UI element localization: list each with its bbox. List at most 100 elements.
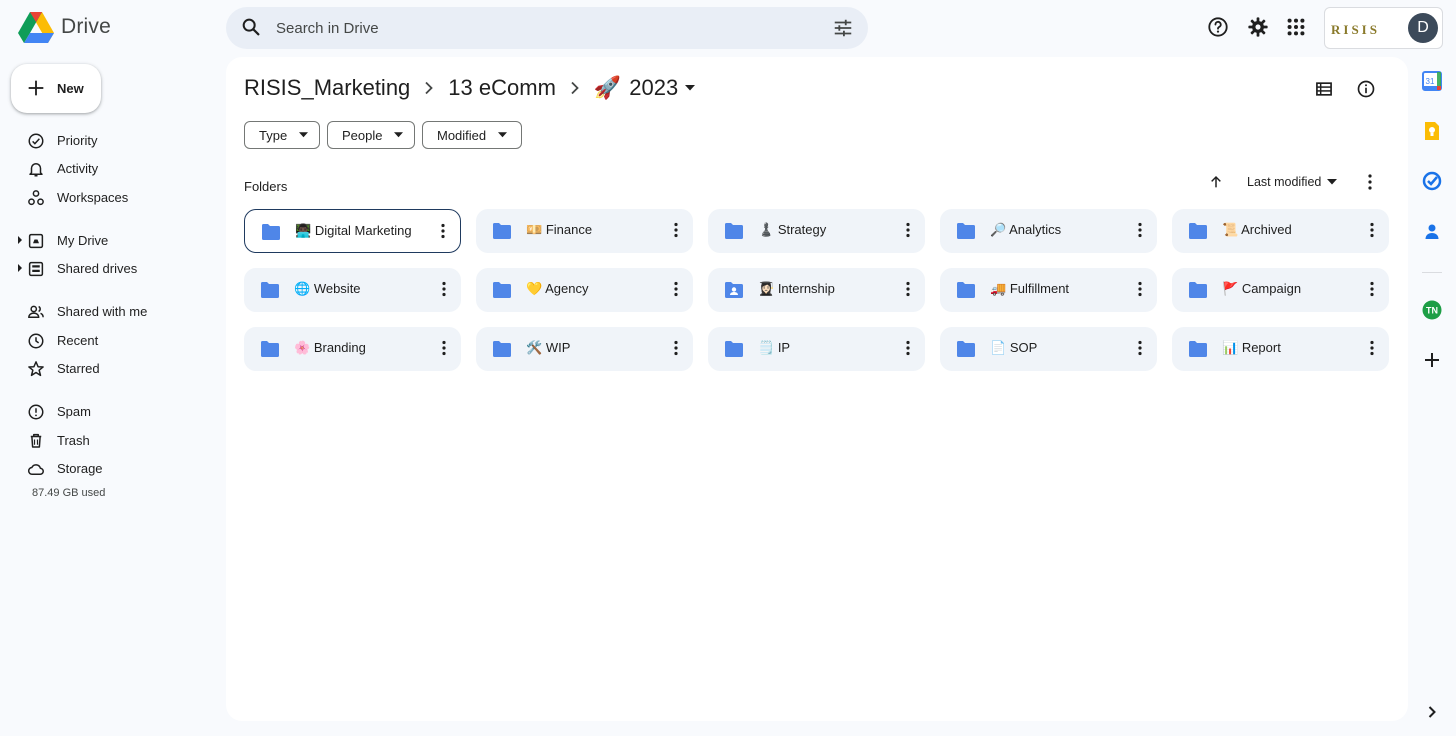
folder-tile[interactable]: 🗒️ IP [708,327,925,371]
folder-tile[interactable]: 💴 Finance [476,209,693,253]
folder-tile[interactable]: 👨🏿‍💻 Digital Marketing [244,209,461,253]
folder-tile[interactable]: 🔎 Analytics [940,209,1157,253]
folder-name: 💛 Agency [526,281,588,297]
more-vert-icon[interactable] [438,222,448,240]
folder-tile[interactable]: 🚩 Campaign [1172,268,1389,312]
search-icon[interactable] [240,16,262,38]
settings-gear-icon[interactable] [1247,16,1269,38]
folder-label: Branding [313,340,366,355]
folder-tile[interactable]: 📊 Report [1172,327,1389,371]
folder-tile[interactable]: 🌸 Branding [244,327,461,371]
breadcrumb-current-folder[interactable]: 2023 [629,75,678,101]
folder-name: 📜 Archived [1222,222,1292,238]
more-vert-icon[interactable] [439,280,449,298]
expand-caret-icon[interactable] [17,235,23,245]
sidebar-item-starred[interactable]: Starred [0,358,210,380]
more-vert-icon[interactable] [1367,339,1377,357]
more-vert-icon[interactable] [439,339,449,357]
folder-emoji-icon: 💴 [526,222,543,237]
folder-label: Archived [1241,222,1292,237]
folder-tile[interactable]: 💛 Agency [476,268,693,312]
chevron-right-icon [571,81,579,95]
avatar[interactable]: D [1408,13,1438,43]
contacts-icon[interactable] [1422,221,1442,241]
more-vert-icon[interactable] [671,280,681,298]
new-button[interactable]: New [11,64,101,113]
folder-icon [957,282,975,298]
info-icon[interactable] [1356,79,1376,99]
filter-chip-label: People [342,127,383,143]
more-vert-icon[interactable] [903,221,913,239]
filter-chip-people[interactable]: People [327,121,415,149]
sidebar-item-shared-with-me[interactable]: Shared with me [0,301,210,323]
sidebar-item-shared-drives[interactable]: Shared drives [0,258,210,280]
drive-logo[interactable]: Drive [18,11,111,43]
sidebar-item-spam[interactable]: Spam [0,401,210,423]
more-vert-icon[interactable] [1135,280,1145,298]
search-bar[interactable]: Search in Drive [226,7,868,49]
sidebar-item-storage[interactable]: Storage [0,458,210,480]
apps-grid-icon[interactable] [1285,16,1307,38]
more-vert-icon[interactable] [1367,280,1377,298]
svg-text:31: 31 [1426,77,1435,86]
folder-icon [957,341,975,357]
keep-icon[interactable] [1422,121,1442,141]
sidebar-item-label: Priority [57,133,98,148]
filter-chip-modified[interactable]: Modified [422,121,522,149]
more-vert-icon[interactable] [903,280,913,298]
tn-addon-icon[interactable]: TN [1422,300,1442,320]
drive-logo-icon [18,12,54,43]
more-vert-icon[interactable] [1367,221,1377,239]
list-view-icon[interactable] [1314,79,1334,99]
more-vert-icon[interactable] [1362,173,1378,191]
new-button-label: New [57,81,84,96]
filter-chip-type[interactable]: Type [244,121,320,149]
breadcrumb-item-risis-marketing[interactable]: RISIS_Marketing [244,75,410,101]
sidebar-item-label: Activity [57,161,99,176]
workspaces-icon [28,190,44,206]
sidebar-item-label: Spam [57,404,91,419]
sidebar-item-recent[interactable]: Recent [0,330,210,352]
calendar-icon[interactable]: 31 [1422,71,1442,91]
breadcrumb-item-13-ecomm[interactable]: 13 eComm [448,75,556,101]
sort-by-dropdown[interactable]: Last modified [1247,175,1338,189]
chevron-right-icon[interactable] [1422,702,1442,722]
rail-divider [1422,272,1442,273]
folder-label: Website [313,281,361,296]
more-vert-icon[interactable] [1135,339,1145,357]
tasks-icon[interactable] [1422,171,1442,191]
folder-tile[interactable]: 🌐 Website [244,268,461,312]
sort-direction-arrow-icon[interactable] [1208,174,1224,190]
chevron-right-icon [425,81,434,95]
folder-name: 👩🏻‍🎓 Internship [758,281,835,297]
star-icon [28,361,44,377]
folder-icon [261,341,279,357]
sidebar-item-my-drive[interactable]: My Drive [0,230,210,252]
more-vert-icon[interactable] [903,339,913,357]
dropdown-caret-icon [1327,179,1338,185]
sidebar-item-priority[interactable]: Priority [0,130,210,152]
folder-label: Analytics [1009,222,1062,237]
more-vert-icon[interactable] [671,221,681,239]
more-vert-icon[interactable] [1135,221,1145,239]
sidebar-item-workspaces[interactable]: Workspaces [0,187,210,209]
dropdown-caret-icon[interactable] [684,84,696,92]
search-input[interactable]: Search in Drive [276,20,379,37]
folder-tile[interactable]: 📜 Archived [1172,209,1389,253]
folder-tile[interactable]: 📄 SOP [940,327,1157,371]
add-icon[interactable] [1422,350,1442,370]
folder-tile[interactable]: 👩🏻‍🎓 Internship [708,268,925,312]
folder-emoji-icon: 👨🏿‍💻 [295,223,312,238]
sidebar-item-activity[interactable]: Activity [0,158,210,180]
search-options-icon[interactable] [832,17,854,39]
expand-caret-icon[interactable] [17,263,23,273]
more-vert-icon[interactable] [671,339,681,357]
folder-tile[interactable]: 🛠️ WIP [476,327,693,371]
folder-label: Report [1241,340,1281,355]
folder-tile[interactable]: ♟️ Strategy [708,209,925,253]
account-switcher[interactable]: RISIS D [1324,7,1443,49]
folder-tile[interactable]: 🚚 Fulfillment [940,268,1157,312]
sidebar-item-trash[interactable]: Trash [0,430,210,452]
dropdown-caret-icon [394,132,404,138]
help-icon[interactable] [1207,16,1229,38]
